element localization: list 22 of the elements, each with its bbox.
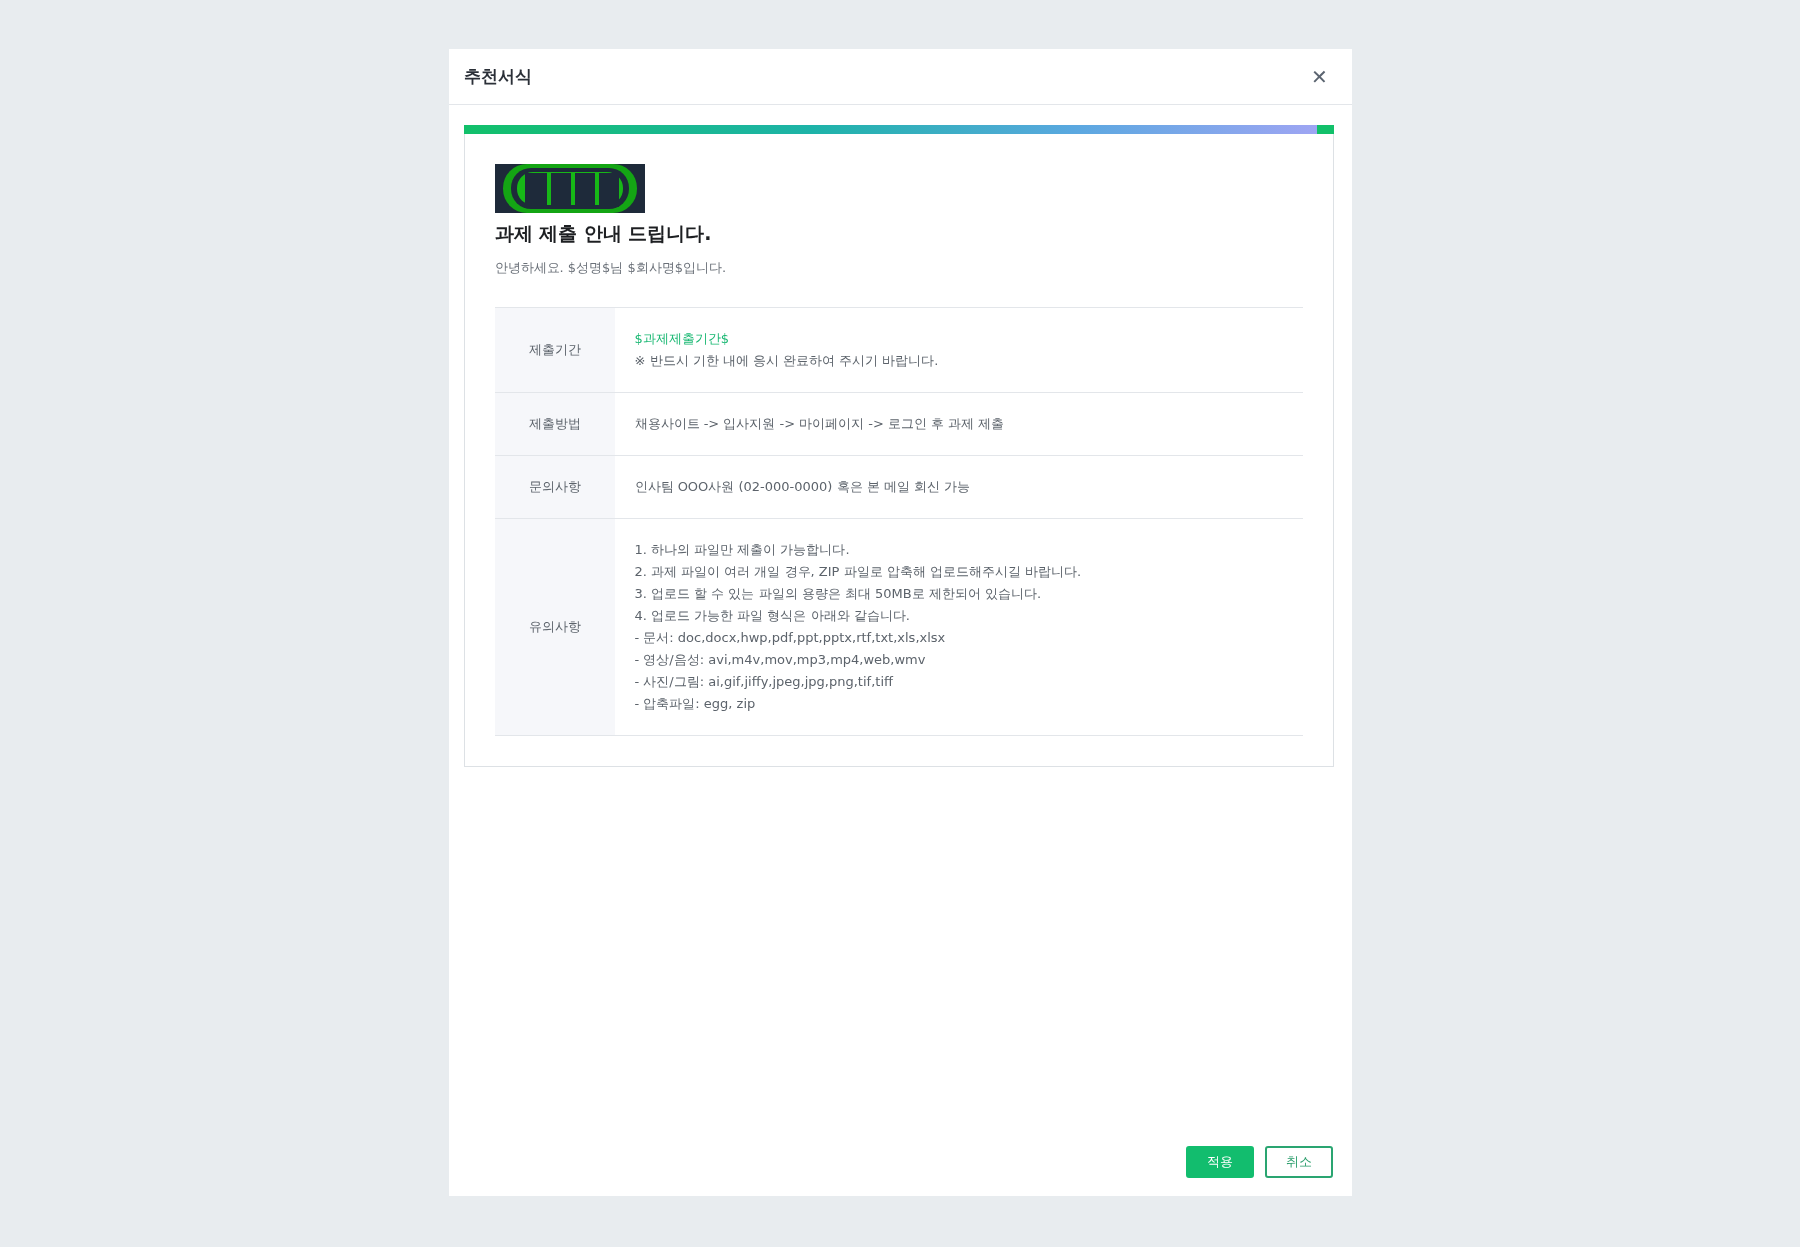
close-button[interactable]: ✕ [1310,64,1328,89]
apply-button[interactable]: 적용 [1185,1146,1254,1178]
cancel-button[interactable]: 취소 [1264,1146,1333,1178]
row-label: 유의사항 [494,519,615,735]
row-text: - 영상/음성: avi,m4v,mov,mp3,mp4,web,wmv [634,651,927,669]
row-text: 2. 과제 파일이 여러 개일 경우, ZIP 파일로 압축해 업로드해주시길 바랍니다. [634,563,1083,581]
dialog-title: 추천서식 [463,65,532,88]
row-label: 제출방법 [494,393,615,455]
variable-text: $과제제출기간$ [634,330,731,348]
row-text: 3. 업로드 할 수 있는 파일의 용량은 최대 50MB로 제한되어 있습니다. [634,585,1043,603]
row-text: 4. 업로드 가능한 파일 형식은 아래와 같습니다. [634,607,911,625]
row-text: 인사팀 OOO사원 (02-000-0000) 혹은 본 메일 회신 가능 [634,478,972,496]
row-label: 제출기간 [494,308,615,392]
row-text: 채용사이트 -> 입사지원 -> 마이페이지 -> 로그인 후 과제 제출 [634,415,1006,433]
greeting-text: 안녕하세요. $성명$님 $회사명$입니다. [494,259,728,277]
mail-heading: 과제 제출 안내 드립니다. [494,221,713,246]
row-text: - 사진/그림: ai,gif,jiffy,jpeg,jpg,png,tif,tiff [634,673,895,691]
row-text: - 압축파일: egg, zip [634,695,757,713]
row-text: 1. 하나의 파일만 제출이 가능합니다. [634,541,851,559]
row-text: - 문서: doc,docx,hwp,pdf,ppt,pptx,rtf,txt,xls,xlsx [634,629,947,647]
row-label: 문의사항 [494,456,615,518]
row-text: ※ 반드시 기한 내에 응시 완료하여 주시기 바랍니다. [634,352,940,370]
